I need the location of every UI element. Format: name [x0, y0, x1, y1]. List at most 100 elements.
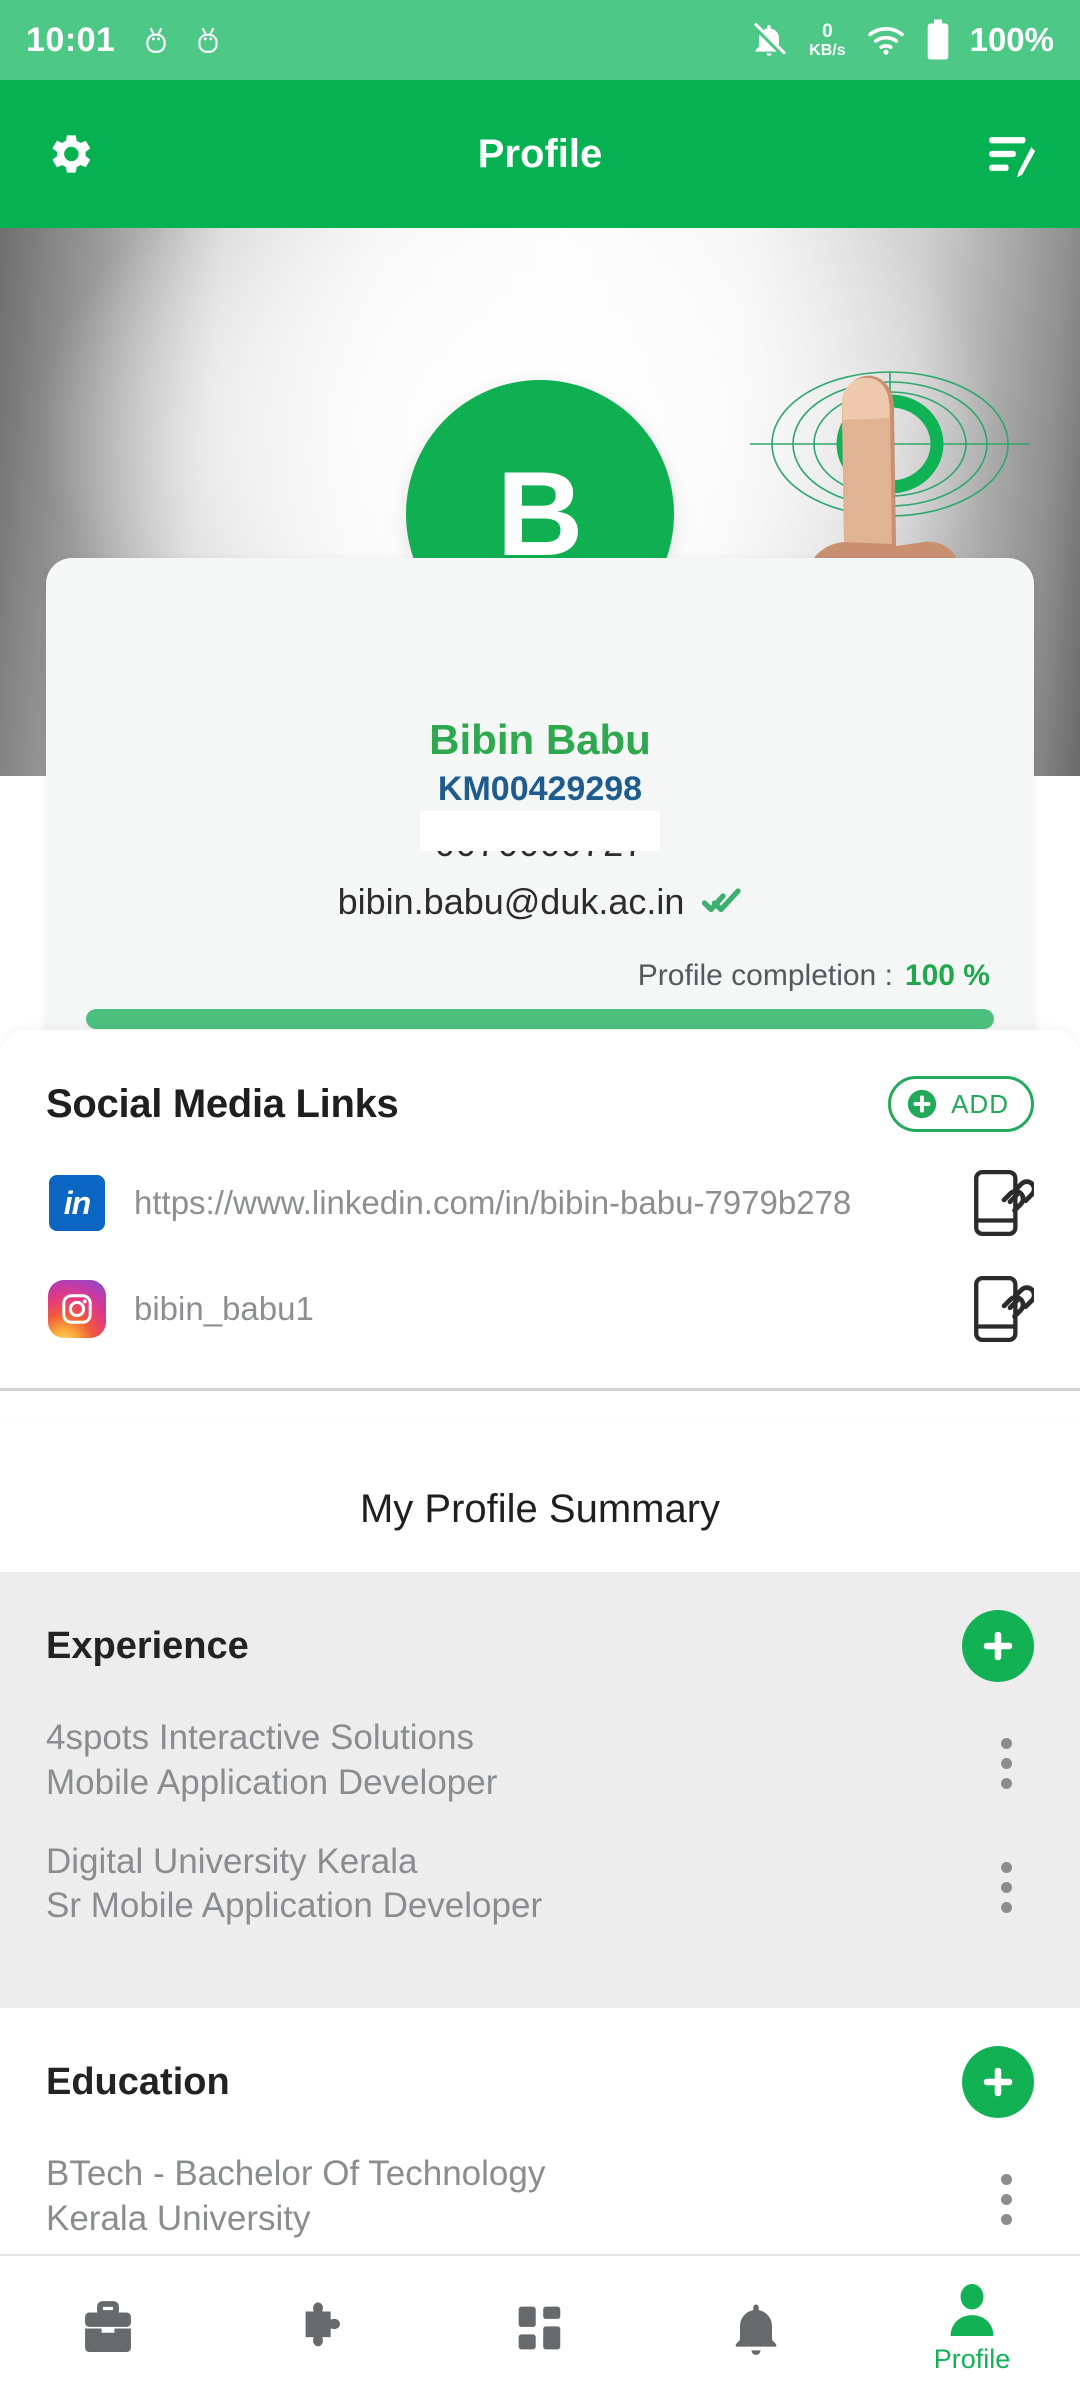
education-entry-text: BTech - Bachelor Of Technology Kerala Un… [46, 2152, 978, 2242]
profile-email: bibin.babu@duk.ac.in [337, 881, 685, 922]
profile-phone-row: 0070000727 [86, 811, 994, 875]
network-speed-value: 0 [822, 20, 833, 42]
avatar-initial: B [496, 447, 584, 581]
nav-item-dashboard[interactable] [432, 2296, 648, 2360]
social-media-card: Social Media Links ADD in https://www.li… [0, 1030, 1080, 1417]
mobile-link-icon [974, 1275, 1034, 1343]
education-header: Education [0, 2008, 1080, 2118]
education-institution: Kerala University [46, 2198, 311, 2238]
nav-item-profile-label: Profile [933, 2343, 1011, 2374]
network-speed: 0 KB/s [809, 22, 845, 59]
experience-company: 4spots Interactive Solutions [46, 1718, 475, 1757]
app-bar: Profile [0, 80, 1080, 228]
add-education-button[interactable] [962, 2046, 1034, 2118]
linkedin-icon: in [46, 1172, 108, 1234]
settings-button[interactable] [34, 119, 104, 189]
plus-circle-filled-icon [983, 2067, 1013, 2097]
kebab-dot [1000, 1901, 1012, 1913]
education-title: Education [46, 2060, 230, 2103]
experience-entry[interactable]: Digital University Kerala Sr Mobile Appl… [0, 1806, 1080, 1930]
social-media-title: Social Media Links [46, 1081, 399, 1126]
linkedin-open-button[interactable] [964, 1168, 1034, 1238]
puzzle-piece-icon [305, 2302, 340, 2347]
bottom-navigation-bar: Profile [0, 2254, 1080, 2400]
linkedin-badge-text: in [49, 1175, 105, 1231]
experience-section: Experience 4spots Interactive Solutions … [0, 1572, 1080, 2008]
profile-name: Bibin Babu [429, 716, 651, 763]
bell-off-icon [752, 22, 787, 58]
experience-entry-menu-button[interactable] [978, 1732, 1034, 1790]
profile-summary-title: My Profile Summary [359, 1487, 721, 1531]
network-speed-unit: KB/s [809, 41, 846, 59]
phone-redaction-overlay [420, 811, 660, 851]
battery-percent: 100% [969, 21, 1054, 58]
status-notification-icons [143, 25, 221, 55]
double-check-icon [702, 888, 742, 913]
education-section: Education BTech - Bachelor Of Technology… [0, 2008, 1080, 2254]
profile-screen: 10:01 0 KB/s 100% Profile B Bibin Babu K… [0, 0, 1080, 2400]
completion-label: Profile completion : [637, 959, 893, 992]
linkedin-url: https://www.linkedin.com/in/bibin-babu-7… [134, 1183, 852, 1221]
experience-role: Sr Mobile Application Developer [46, 1886, 543, 1926]
person-icon [950, 2283, 994, 2336]
briefcase-icon [85, 2301, 131, 2352]
android-icon [198, 27, 219, 53]
experience-company: Digital University Kerala [46, 1841, 418, 1881]
experience-title: Experience [46, 1624, 249, 1667]
instagram-icon [46, 1278, 108, 1340]
edit-list-icon [989, 137, 1036, 178]
add-experience-button[interactable] [962, 1610, 1034, 1682]
plus-circle-filled-icon [983, 1631, 1013, 1661]
instagram-glyph-icon [62, 1294, 92, 1324]
kebab-dot [1000, 2194, 1012, 2206]
status-time: 10:01 [26, 20, 116, 59]
instagram-handle: bibin_babu1 [134, 1289, 314, 1327]
gear-icon [52, 135, 91, 173]
profile-email-row: bibin.babu@duk.ac.in [86, 881, 994, 923]
experience-role: Mobile Application Developer [46, 1762, 498, 1802]
android-icon [146, 27, 167, 53]
battery-full-icon [927, 19, 948, 60]
nav-item-skills[interactable] [216, 2296, 432, 2360]
kebab-dot [1000, 1738, 1012, 1750]
page-title: Profile [477, 131, 603, 176]
mobile-link-icon [974, 1169, 1034, 1237]
social-media-header: Social Media Links ADD [46, 1076, 1034, 1132]
kebab-dot [1000, 2214, 1012, 2226]
education-entry[interactable]: BTech - Bachelor Of Technology Kerala Un… [0, 2118, 1080, 2242]
status-bar: 10:01 0 KB/s 100% [0, 0, 1080, 80]
instagram-open-button[interactable] [964, 1274, 1034, 1344]
nav-item-jobs[interactable] [0, 2296, 216, 2360]
section-divider [0, 1388, 1080, 1391]
add-social-link-button[interactable]: ADD [888, 1076, 1034, 1132]
kebab-dot [1000, 2174, 1012, 2186]
social-link-row[interactable]: bibin_babu1 [46, 1274, 1034, 1344]
experience-entry[interactable]: 4spots Interactive Solutions Mobile Appl… [0, 1682, 1080, 1806]
instagram-badge [48, 1280, 106, 1338]
nav-item-notifications[interactable] [648, 2296, 864, 2360]
kebab-dot [1000, 1881, 1012, 1893]
completion-progress-bar [86, 1009, 994, 1029]
dashboard-grid-icon [518, 2306, 561, 2350]
profile-completion-row: Profile completion : 100 % [86, 959, 994, 993]
add-social-link-label: ADD [951, 1088, 1009, 1119]
completion-value: 100 % [904, 959, 990, 992]
profile-id: KM00429298 [437, 770, 643, 808]
plus-circle-icon [907, 1089, 937, 1119]
nav-item-profile[interactable]: Profile [864, 2282, 1080, 2375]
kebab-dot [1000, 1758, 1012, 1770]
profile-card: Bibin Babu KM00429298 0070000727 bibin.b… [46, 558, 1034, 1063]
kebab-dot [1000, 1861, 1012, 1873]
wifi-icon [867, 27, 904, 55]
bell-icon [735, 2304, 777, 2355]
experience-entry-text: Digital University Kerala Sr Mobile Appl… [46, 1840, 978, 1930]
experience-header: Experience [0, 1572, 1080, 1682]
education-degree: BTech - Bachelor Of Technology [46, 2154, 546, 2193]
status-right-icons: 0 KB/s 100% [749, 19, 1054, 61]
kebab-dot [1000, 1778, 1012, 1790]
education-entry-menu-button[interactable] [978, 2168, 1034, 2226]
experience-entry-menu-button[interactable] [978, 1856, 1034, 1913]
experience-entry-text: 4spots Interactive Solutions Mobile Appl… [46, 1716, 978, 1806]
social-link-row[interactable]: in https://www.linkedin.com/in/bibin-bab… [46, 1168, 1034, 1238]
edit-profile-button[interactable] [976, 119, 1046, 189]
